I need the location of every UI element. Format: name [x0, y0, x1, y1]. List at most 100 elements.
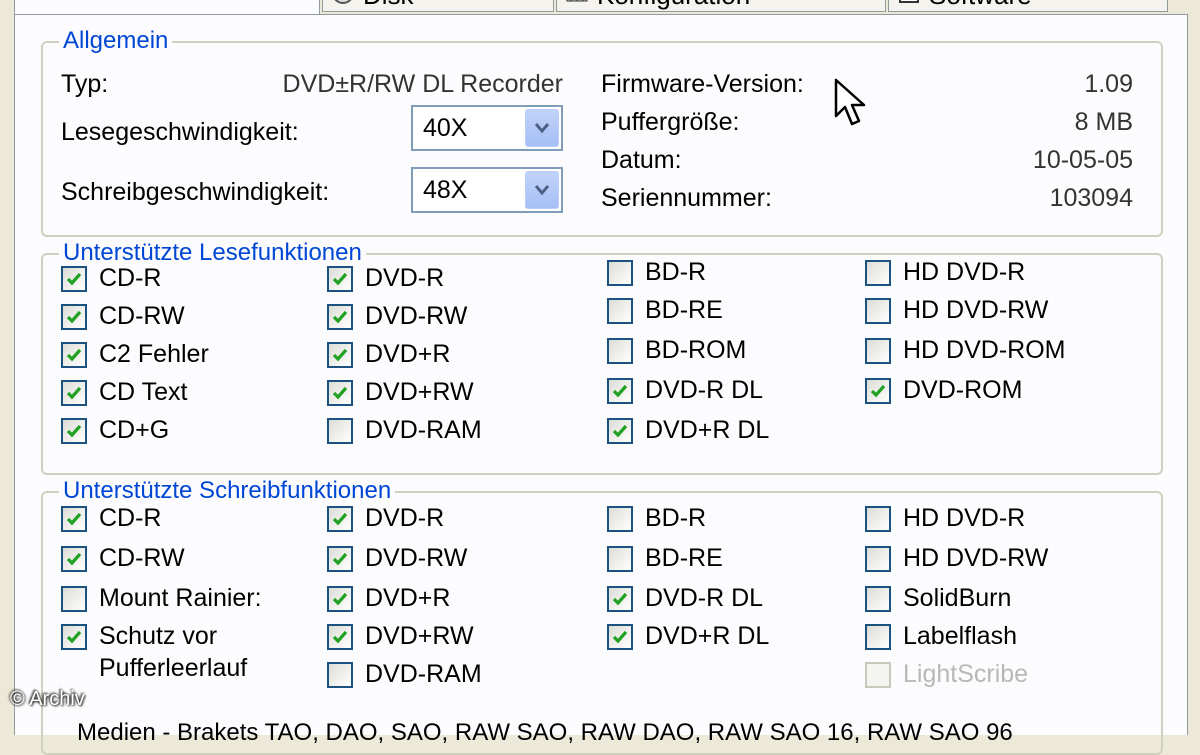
checkbox-checked-icon — [327, 506, 353, 532]
checkbox-checked-icon — [61, 624, 87, 650]
checkbox-label: C2 Fehler — [99, 340, 209, 368]
checkbox-label: CD-RW — [99, 302, 185, 330]
checkbox-label: HD DVD-R — [903, 258, 1026, 286]
checkbox-checked-icon — [61, 418, 87, 444]
software-icon — [899, 0, 919, 3]
checkbox-label: CD-R — [99, 264, 162, 292]
checkbox-checked-icon — [327, 624, 353, 650]
checkbox-label: HD DVD-RW — [903, 296, 1049, 324]
configuration-icon — [566, 0, 588, 2]
checkbox-label: CD-RW — [99, 544, 185, 572]
checkbox-label: BD-R — [645, 504, 707, 532]
checkbox-checked-icon — [61, 546, 87, 572]
mouse-cursor-icon — [834, 78, 866, 126]
checkmark-icon — [332, 592, 348, 606]
checkbox-unchecked-icon — [61, 586, 87, 612]
checkmark-icon — [66, 512, 82, 526]
checkmark-icon — [66, 310, 82, 324]
checkbox-label: BD-RE — [645, 544, 723, 572]
checkbox-label: DVD+R — [365, 584, 451, 612]
checkmark-icon — [332, 310, 348, 324]
media-info-text: Medien - Brakets TAO, DAO, SAO, RAW SAO,… — [77, 719, 1013, 746]
firmware-value: 1.09 — [1084, 70, 1133, 98]
checkbox-unchecked-icon — [865, 338, 891, 364]
checkbox-unchecked-icon — [607, 298, 633, 324]
serial-value: 103094 — [1049, 184, 1133, 212]
checkbox-checked-icon — [61, 342, 87, 368]
checkbox-checked-icon — [61, 506, 87, 532]
read-speed-dropdown-button[interactable] — [525, 109, 559, 147]
checkbox-label: SolidBurn — [903, 584, 1012, 612]
tab-disk[interactable]: Disk — [322, 0, 554, 12]
checkbox-unchecked-icon — [327, 662, 353, 688]
checkmark-icon — [332, 552, 348, 566]
write-speed-dropdown-button[interactable] — [525, 171, 559, 209]
checkbox-unchecked-icon — [865, 260, 891, 286]
copyright-watermark: © Archiv — [10, 688, 85, 710]
date-label: Datum: — [601, 146, 682, 174]
firmware-label: Firmware-Version: — [601, 70, 804, 98]
checkbox-label: DVD+R — [365, 340, 451, 368]
checkbox-label: DVD-R DL — [645, 376, 764, 404]
checkbox-label: Schutz vor — [99, 622, 218, 650]
checkbox-unchecked-icon — [865, 546, 891, 572]
tab-configuration[interactable]: Konfiguration — [556, 0, 886, 12]
checkbox-checked-icon — [327, 586, 353, 612]
checkbox-label: DVD-RW — [365, 302, 468, 330]
checkbox-label: DVD-ROM — [903, 376, 1023, 404]
checkbox-label: DVD-R — [365, 504, 445, 532]
checkbox-label-line2: Pufferleerlauf — [99, 654, 248, 682]
read-speed-value: 40X — [423, 114, 468, 142]
checkmark-icon — [612, 630, 628, 644]
general-group-title: Allgemein — [59, 26, 173, 56]
checkmark-icon — [612, 592, 628, 606]
tab-general[interactable] — [14, 0, 320, 14]
checkbox-label: DVD-RAM — [365, 416, 482, 444]
checkmark-icon — [612, 384, 628, 398]
checkmark-icon — [66, 552, 82, 566]
tab-software[interactable]: Software — [888, 0, 1168, 12]
checkbox-checked-icon — [61, 380, 87, 406]
write-speed-value: 48X — [423, 176, 468, 204]
date-value: 10-05-05 — [1032, 146, 1133, 174]
checkbox-checked-icon — [61, 266, 87, 292]
checkmark-icon — [66, 348, 82, 362]
checkmark-icon — [332, 348, 348, 362]
checkbox-label: CD-R — [99, 504, 162, 532]
checkbox-label: Labelflash — [903, 622, 1017, 650]
chevron-down-icon — [534, 123, 550, 134]
checkmark-icon — [66, 630, 82, 644]
checkbox-checked-icon — [327, 266, 353, 292]
tab-label: Software — [929, 0, 1032, 10]
type-label: Typ: — [61, 70, 109, 98]
write-speed-select[interactable]: 48X — [411, 167, 563, 213]
checkbox-unchecked-icon — [607, 338, 633, 364]
checkbox-label: CD Text — [99, 378, 188, 406]
checkbox-checked-icon — [607, 586, 633, 612]
chevron-down-icon — [534, 185, 550, 196]
checkbox-label: BD-R — [645, 258, 707, 286]
checkbox-label: CD+G — [99, 416, 170, 444]
checkbox-label: HD DVD-RW — [903, 544, 1049, 572]
checkbox-label: DVD-R DL — [645, 584, 764, 612]
read-speed-select[interactable]: 40X — [411, 105, 563, 151]
checkbox-checked-icon — [61, 304, 87, 330]
checkbox-checked-icon — [865, 378, 891, 404]
checkmark-icon — [332, 630, 348, 644]
checkbox-unchecked-icon — [607, 546, 633, 572]
tab-strip: Disk Konfiguration Software — [0, 0, 1200, 14]
checkbox-label: DVD+R DL — [645, 416, 770, 444]
checkbox-label: DVD+R DL — [645, 622, 770, 650]
checkbox-checked-icon — [607, 418, 633, 444]
checkbox-checked-icon — [327, 304, 353, 330]
checkbox-label: BD-RE — [645, 296, 723, 324]
type-value: DVD±R/RW DL Recorder — [282, 70, 563, 98]
checkbox-label: LightScribe — [903, 660, 1029, 688]
checkbox-label: DVD+RW — [365, 622, 474, 650]
disk-icon — [334, 0, 352, 4]
checkbox-checked-icon — [327, 380, 353, 406]
write-speed-label: Schreibgeschwindigkeit: — [61, 178, 330, 206]
checkbox-unchecked-icon — [327, 418, 353, 444]
checkbox-checked-icon — [327, 546, 353, 572]
tab-label: Disk — [363, 0, 414, 10]
